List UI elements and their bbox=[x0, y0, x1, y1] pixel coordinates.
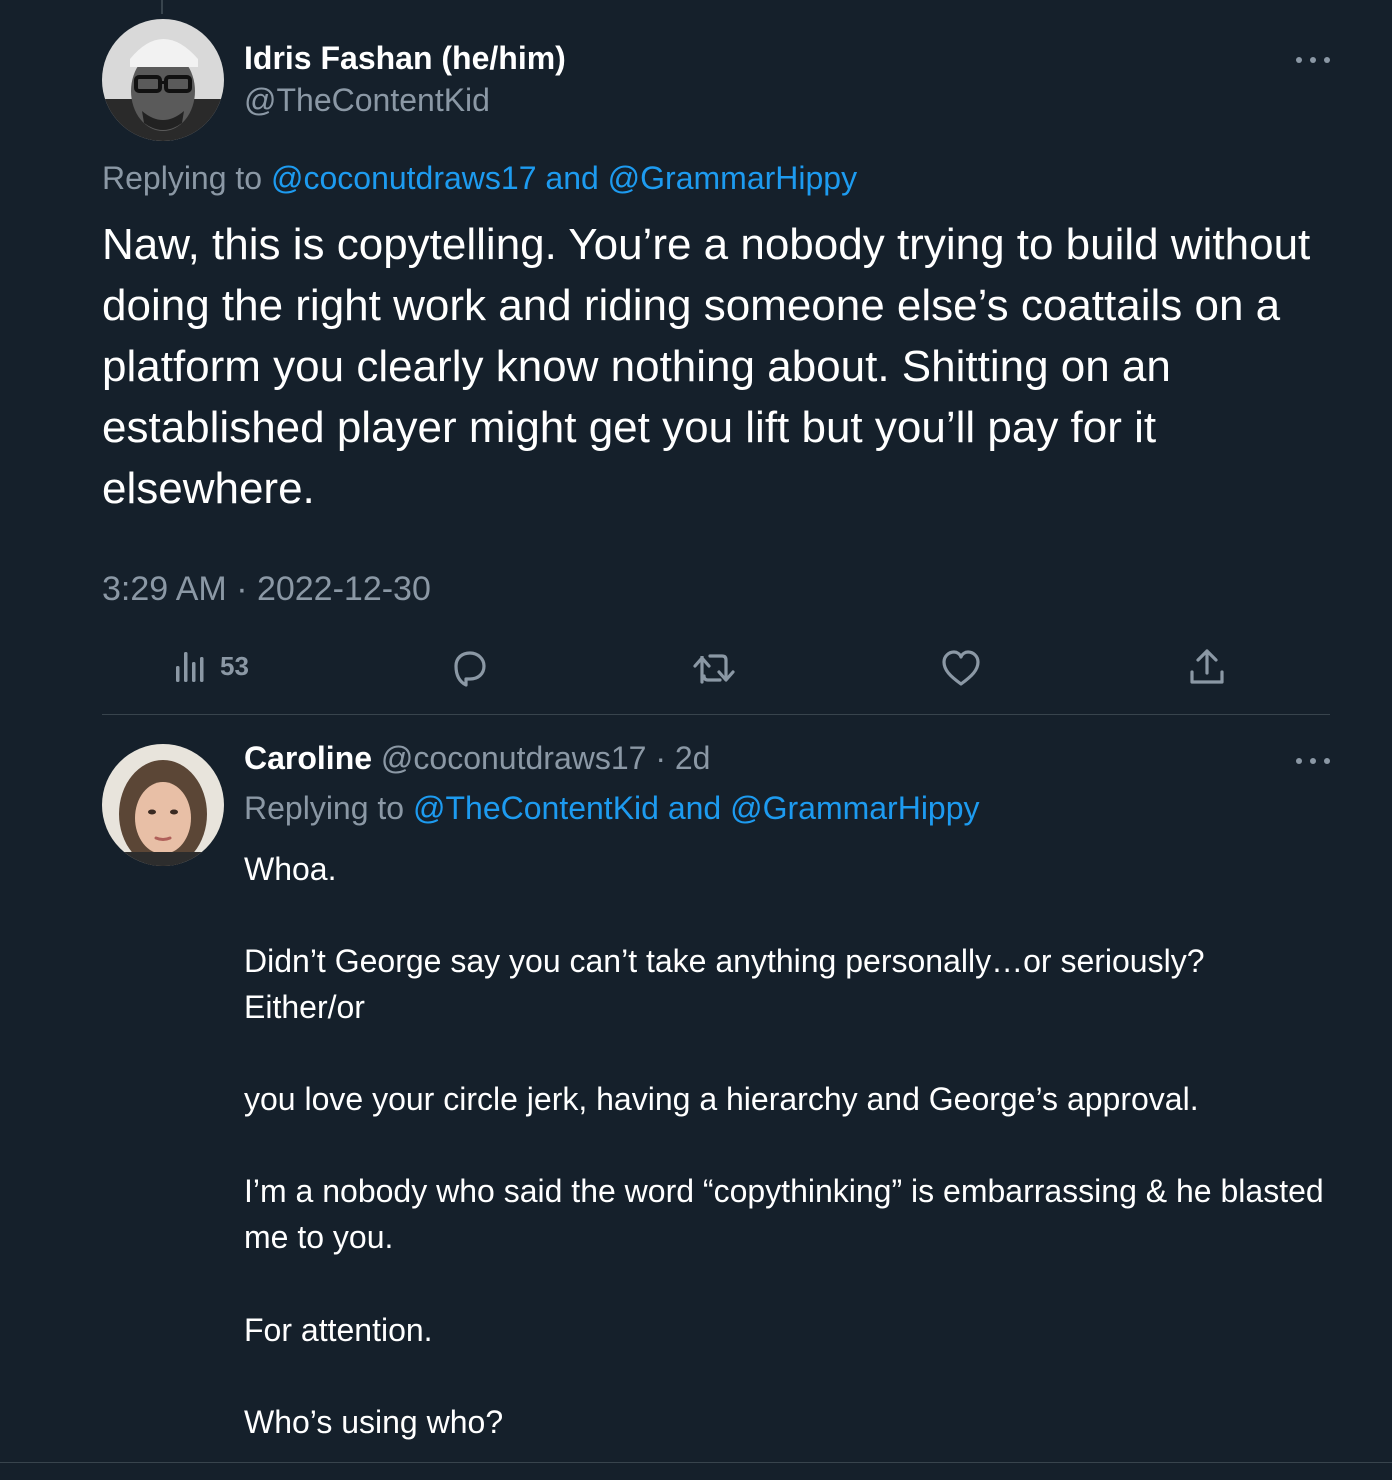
author-avatar[interactable] bbox=[102, 19, 224, 141]
tweet-thread-page: Idris Fashan (he/him) @TheContentKid Rep… bbox=[0, 0, 1392, 1480]
reply-paragraph: Who’s using who? bbox=[244, 1404, 504, 1440]
mention-link[interactable]: @GrammarHippy bbox=[730, 790, 979, 826]
share-button[interactable] bbox=[1188, 646, 1226, 688]
reply-author-avatar[interactable] bbox=[102, 744, 224, 866]
reply-handle-time[interactable]: @coconutdraws17 · 2d bbox=[372, 740, 711, 776]
retweet-button[interactable] bbox=[692, 648, 738, 688]
tweet-text: Naw, this is copytelling. You’re a nobod… bbox=[102, 220, 1311, 513]
tweet-timestamp[interactable]: 3:29 AM · 2022-12-30 bbox=[102, 570, 431, 609]
mention-link[interactable]: @coconutdraws17 bbox=[271, 160, 537, 196]
reply-icon bbox=[454, 651, 486, 687]
thread-connector-line bbox=[161, 0, 163, 14]
share-icon bbox=[1190, 649, 1224, 684]
mention-link[interactable]: @TheContentKid bbox=[413, 790, 659, 826]
reply-paragraph: Didn’t George say you can’t take anythin… bbox=[244, 943, 1205, 1025]
replying-to-line: Replying to @coconutdraws17 and @Grammar… bbox=[102, 160, 857, 197]
more-icon[interactable] bbox=[1296, 756, 1330, 766]
reply-header: Caroline @coconutdraws17 · 2d bbox=[244, 740, 710, 777]
replying-prefix: Replying to bbox=[244, 790, 413, 826]
author-handle[interactable]: @TheContentKid bbox=[244, 82, 490, 119]
views-button[interactable]: 53 bbox=[174, 648, 249, 684]
reply-button[interactable] bbox=[448, 646, 490, 688]
reply-replying-to-line: Replying to @TheContentKid and @GrammarH… bbox=[244, 790, 980, 827]
bottom-divider bbox=[0, 1462, 1392, 1463]
like-icon bbox=[942, 650, 980, 686]
replying-and: and bbox=[658, 790, 731, 826]
retweet-icon bbox=[693, 654, 735, 684]
views-count: 53 bbox=[220, 650, 249, 681]
mention-link[interactable]: @GrammarHippy bbox=[608, 160, 857, 196]
author-name[interactable]: Idris Fashan (he/him) bbox=[244, 40, 566, 77]
tweet-action-bar: 53 bbox=[0, 640, 1392, 696]
reply-paragraph: I’m a nobody who said the word “copythin… bbox=[244, 1173, 1324, 1255]
reply-paragraph: Whoa. bbox=[244, 851, 337, 887]
replying-prefix: Replying to bbox=[102, 160, 271, 196]
like-button[interactable] bbox=[940, 648, 982, 688]
tweet-divider bbox=[102, 714, 1330, 715]
reply-author-name[interactable]: Caroline bbox=[244, 740, 372, 776]
more-icon[interactable] bbox=[1296, 55, 1330, 65]
views-icon bbox=[176, 652, 204, 682]
replying-and: and bbox=[536, 160, 608, 196]
reply-paragraph: you love your circle jerk, having a hier… bbox=[244, 1081, 1199, 1117]
reply-paragraph: For attention. bbox=[244, 1312, 433, 1348]
